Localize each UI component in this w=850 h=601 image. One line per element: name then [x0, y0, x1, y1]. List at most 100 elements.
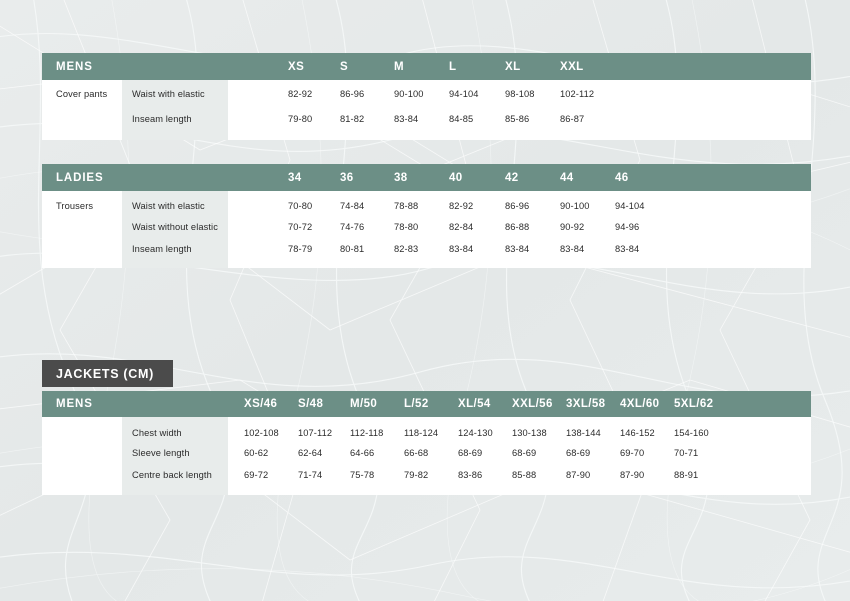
value-cell: 70-72	[288, 222, 313, 232]
size-header-m: M	[394, 60, 404, 73]
value-cell: 70-71	[674, 448, 699, 458]
value-cell: 82-84	[449, 222, 474, 232]
size-header-38: 38	[394, 171, 408, 184]
value-cell: 80-81	[340, 244, 365, 254]
value-cell: 79-80	[288, 114, 313, 124]
size-header-4xl60: 4XL/60	[620, 398, 660, 410]
value-cell: 87-90	[566, 470, 591, 480]
value-cell: 94-104	[449, 89, 479, 99]
table-title-ladies: LADIES	[56, 171, 104, 184]
value-cell: 70-80	[288, 201, 313, 211]
table-row: Cover pants Waist with elastic 82-92 86-…	[42, 80, 811, 105]
table-mens-pants: MENS XS S M L XL XXL Cover pants Waist w…	[42, 53, 811, 140]
value-cell: 78-88	[394, 201, 419, 211]
size-header-xl: XL	[505, 60, 521, 73]
value-cell: 78-79	[288, 244, 313, 254]
value-cell: 66-68	[404, 448, 429, 458]
value-cell: 154-160	[674, 428, 709, 438]
value-cell: 74-84	[340, 201, 365, 211]
value-cell: 118-124	[404, 428, 439, 438]
table-row: Waist without elastic 70-72 74-76 78-80 …	[42, 213, 811, 235]
attribute-inseam-length: Inseam length	[132, 114, 192, 124]
value-cell: 86-87	[560, 114, 585, 124]
size-header-34: 34	[288, 171, 302, 184]
value-cell: 79-82	[404, 470, 429, 480]
size-header-44: 44	[560, 171, 574, 184]
value-cell: 83-84	[394, 114, 419, 124]
table-header-mens-pants: MENS XS S M L XL XXL	[42, 53, 811, 80]
value-cell: 82-92	[449, 201, 474, 211]
size-header-40: 40	[449, 171, 463, 184]
value-cell: 82-83	[394, 244, 419, 254]
table-row: Trousers Waist with elastic 70-80 74-84 …	[42, 191, 811, 213]
size-header-m50: M/50	[350, 398, 378, 410]
value-cell: 86-96	[340, 89, 365, 99]
size-header-5xl62: 5XL/62	[674, 398, 714, 410]
attribute-inseam-length: Inseam length	[132, 244, 192, 254]
table-title-mens: MENS	[56, 60, 93, 73]
table-row: Inseam length 78-79 80-81 82-83 83-84 83…	[42, 235, 811, 257]
table-row: Sleeve length 60-62 62-64 64-66 66-68 68…	[42, 439, 811, 461]
value-cell: 88-91	[674, 470, 699, 480]
value-cell: 69-72	[244, 470, 269, 480]
table-jackets-mens: MENS XS/46 S/48 M/50 L/52 XL/54 XXL/56 3…	[42, 391, 811, 495]
value-cell: 102-112	[560, 89, 595, 99]
value-cell: 69-70	[620, 448, 645, 458]
value-cell: 86-88	[505, 222, 530, 232]
section-tab-jackets: JACKETS (CM)	[42, 360, 173, 387]
value-cell: 90-100	[394, 89, 424, 99]
table-header-ladies-trousers: LADIES 34 36 38 40 42 44 46	[42, 164, 811, 191]
attribute-waist-with-elastic: Waist with elastic	[132, 201, 205, 211]
value-cell: 82-92	[288, 89, 313, 99]
value-cell: 94-96	[615, 222, 640, 232]
value-cell: 90-100	[560, 201, 590, 211]
table-row: Inseam length 79-80 81-82 83-84 84-85 85…	[42, 105, 811, 130]
value-cell: 83-84	[560, 244, 585, 254]
size-header-36: 36	[340, 171, 354, 184]
size-header-xl54: XL/54	[458, 398, 491, 410]
value-cell: 62-64	[298, 448, 323, 458]
size-header-xxl56: XXL/56	[512, 398, 553, 410]
value-cell: 68-69	[458, 448, 483, 458]
value-cell: 146-152	[620, 428, 655, 438]
value-cell: 112-118	[350, 428, 384, 438]
value-cell: 138-144	[566, 428, 601, 438]
table-body-ladies-trousers: Trousers Waist with elastic 70-80 74-84 …	[42, 191, 811, 268]
value-cell: 84-85	[449, 114, 474, 124]
attribute-chest-width: Chest width	[132, 428, 182, 438]
group-label-cover-pants: Cover pants	[56, 89, 108, 99]
table-title-mens-jackets: MENS	[56, 398, 93, 410]
value-cell: 85-88	[512, 470, 537, 480]
value-cell: 83-84	[505, 244, 530, 254]
value-cell: 68-69	[512, 448, 537, 458]
value-cell: 60-62	[244, 448, 269, 458]
table-row: Chest width 102-108 107-112 112-118 118-…	[42, 417, 811, 439]
size-header-3xl58: 3XL/58	[566, 398, 606, 410]
value-cell: 83-84	[449, 244, 474, 254]
value-cell: 98-108	[505, 89, 535, 99]
table-ladies-trousers: LADIES 34 36 38 40 42 44 46 Trousers Wai…	[42, 164, 811, 268]
table-header-jackets-mens: MENS XS/46 S/48 M/50 L/52 XL/54 XXL/56 3…	[42, 391, 811, 417]
value-cell: 107-112	[298, 428, 333, 438]
value-cell: 75-78	[350, 470, 375, 480]
size-header-xxl: XXL	[560, 60, 584, 73]
attribute-waist-with-elastic: Waist with elastic	[132, 89, 205, 99]
value-cell: 94-104	[615, 201, 645, 211]
size-header-s: S	[340, 60, 349, 73]
size-header-l52: L/52	[404, 398, 429, 410]
size-header-46: 46	[615, 171, 629, 184]
value-cell: 83-86	[458, 470, 483, 480]
value-cell: 64-66	[350, 448, 375, 458]
value-cell: 81-82	[340, 114, 365, 124]
value-cell: 83-84	[615, 244, 640, 254]
attribute-waist-without-elastic: Waist without elastic	[132, 222, 218, 232]
value-cell: 74-76	[340, 222, 365, 232]
table-body-mens-pants: Cover pants Waist with elastic 82-92 86-…	[42, 80, 811, 140]
table-body-jackets-mens: Chest width 102-108 107-112 112-118 118-…	[42, 417, 811, 495]
attribute-centre-back-length: Centre back length	[132, 470, 212, 480]
value-cell: 102-108	[244, 428, 279, 438]
value-cell: 85-86	[505, 114, 530, 124]
value-cell: 124-130	[458, 428, 493, 438]
size-header-42: 42	[505, 171, 519, 184]
value-cell: 87-90	[620, 470, 645, 480]
